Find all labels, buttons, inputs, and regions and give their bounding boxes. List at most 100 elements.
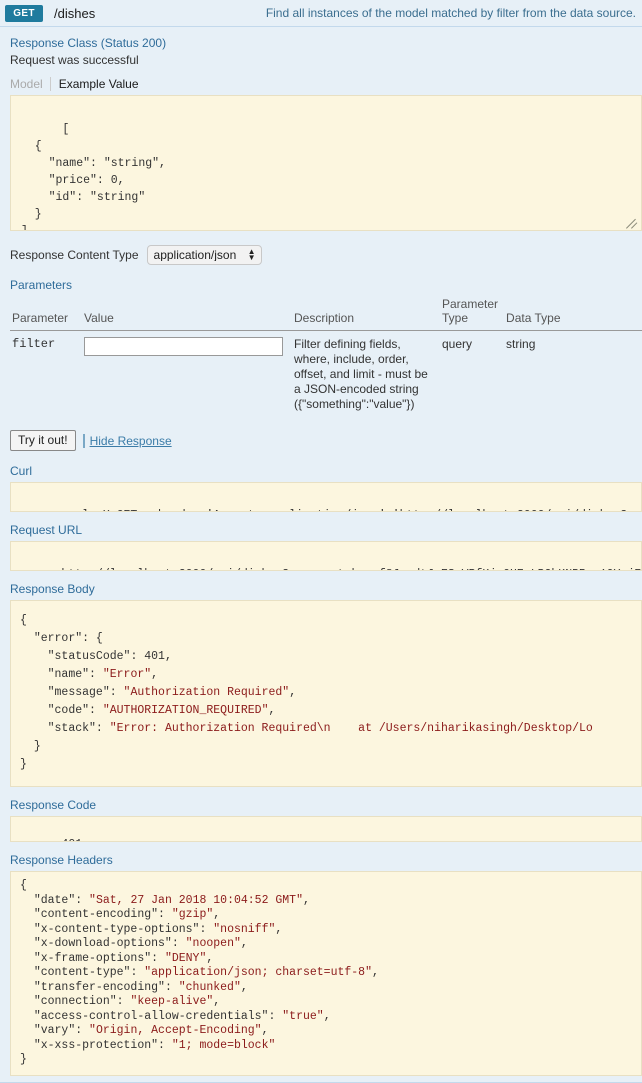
json-token-key: "x-frame-options" [34, 952, 151, 965]
tab-model[interactable]: Model [10, 77, 50, 91]
json-token-punc: : [89, 704, 103, 717]
parameter-description: Filter defining fields, where, include, … [292, 331, 440, 419]
json-token-punc: , [372, 966, 379, 979]
json-token-punc: : [130, 966, 144, 979]
json-line: "stack": "Error: Authorization Required\… [20, 720, 632, 738]
json-line: "x-frame-options": "DENY", [20, 952, 632, 967]
filter-input[interactable] [84, 337, 283, 356]
curl-command-box[interactable]: curl -X GET --header 'Accept: applicatio… [10, 482, 642, 512]
json-token-key: "statusCode" [48, 650, 131, 663]
json-token-key: "code" [48, 704, 89, 717]
try-it-out-button[interactable]: Try it out! [10, 430, 76, 451]
json-token-punc: , [324, 1010, 331, 1023]
json-token-key: "x-content-type-options" [34, 923, 200, 936]
json-token-punc: , [206, 952, 213, 965]
column-parameter-type: Parameter Type [440, 295, 504, 331]
json-token-punc: { [20, 614, 27, 627]
json-line: } [20, 738, 632, 756]
json-line: "vary": "Origin, Accept-Encoding", [20, 1024, 632, 1039]
json-line: "content-type": "application/json; chars… [20, 966, 632, 981]
json-token-punc: , [275, 923, 282, 936]
response-code-title: Response Code [6, 787, 636, 816]
json-token-str: "keep-alive" [130, 995, 213, 1008]
json-line: "message": "Authorization Required", [20, 684, 632, 702]
response-headers-title: Response Headers [6, 842, 636, 871]
json-line: { [20, 879, 632, 894]
json-token-num: 401 [144, 650, 165, 663]
response-body-box[interactable]: { "error": { "statusCode": 401, "name": … [10, 600, 642, 787]
parameter-type: query [440, 331, 504, 419]
json-token-punc: : [268, 1010, 282, 1023]
json-token-punc: : { [82, 632, 103, 645]
json-token-key: "content-type" [34, 966, 131, 979]
column-value: Value [82, 295, 292, 331]
json-line: "statusCode": 401, [20, 648, 632, 666]
json-token-punc: , [213, 908, 220, 921]
json-token-punc: , [268, 704, 275, 717]
json-token-punc: } [20, 1053, 27, 1066]
json-token-punc: } [20, 758, 27, 771]
parameter-name: filter [10, 331, 82, 419]
json-token-punc: : [199, 923, 213, 936]
json-line: "x-download-options": "noopen", [20, 937, 632, 952]
json-token-str: "Sat, 27 Jan 2018 10:04:52 GMT" [89, 894, 303, 907]
api-operation-get-dishes: GET /dishes Find all instances of the mo… [0, 0, 642, 1083]
operation-path: /dishes [54, 6, 95, 21]
response-headers-box[interactable]: { "date": "Sat, 27 Jan 2018 10:04:52 GMT… [10, 871, 642, 1076]
json-line: } [20, 1053, 632, 1068]
parameter-data-type: string [504, 331, 642, 419]
json-line: "name": "Error", [20, 666, 632, 684]
json-token-punc: , [213, 995, 220, 1008]
json-line: "transfer-encoding": "chunked", [20, 981, 632, 996]
response-code-value: 401 [61, 838, 82, 842]
json-token-str: "Error" [103, 668, 151, 681]
json-line: "error": { [20, 630, 632, 648]
json-token-str: "application/json; charset=utf-8" [144, 966, 372, 979]
json-token-key: "stack" [48, 722, 96, 735]
parameters-title: Parameters [6, 269, 636, 295]
response-class-description: Request was successful [6, 53, 636, 69]
json-token-punc: : [96, 722, 110, 735]
operation-summary: Find all instances of the model matched … [95, 6, 636, 20]
response-class-title: Response Class (Status 200) [6, 27, 636, 53]
column-data-type: Data Type [504, 295, 642, 331]
json-token-str: "nosniff" [213, 923, 275, 936]
response-content-type-select-wrap[interactable]: application/jsonapplication/xmltext/xmlt… [147, 245, 262, 265]
response-code-box: 401 [10, 816, 642, 842]
http-method-badge: GET [5, 5, 43, 22]
json-token-punc: : [165, 981, 179, 994]
parameters-header-row: Parameter Value Description Parameter Ty… [10, 295, 642, 331]
operation-body: Response Class (Status 200) Request was … [0, 27, 642, 1082]
json-line: "x-content-type-options": "nosniff", [20, 923, 632, 938]
tab-example-value[interactable]: Example Value [50, 77, 146, 91]
json-token-punc: : [158, 908, 172, 921]
json-token-punc: : [75, 1024, 89, 1037]
request-url-box[interactable]: http://localhost:3000/api/dishes?access_… [10, 541, 642, 571]
model-example-tabs: Model Example Value [6, 69, 636, 95]
json-token-str: "noopen" [186, 937, 241, 950]
response-content-type-label: Response Content Type [10, 248, 139, 262]
hide-response-link[interactable]: Hide Response [83, 434, 172, 448]
json-token-key: "connection" [34, 995, 117, 1008]
json-token-punc: : [130, 650, 144, 663]
json-token-punc: , [165, 650, 172, 663]
column-description: Description [292, 295, 440, 331]
parameters-table: Parameter Value Description Parameter Ty… [10, 295, 642, 418]
json-line: "x-xss-protection": "1; mode=block" [20, 1039, 632, 1054]
json-token-key: "x-xss-protection" [34, 1039, 158, 1052]
operation-heading[interactable]: GET /dishes Find all instances of the mo… [0, 0, 642, 27]
json-token-key: "message" [48, 686, 110, 699]
json-token-str: "gzip" [172, 908, 213, 921]
json-token-str: "1; mode=block" [172, 1039, 276, 1052]
json-token-key: "error" [34, 632, 82, 645]
json-token-punc: , [241, 981, 248, 994]
json-line: "code": "AUTHORIZATION_REQUIRED", [20, 702, 632, 720]
json-line: { [20, 612, 632, 630]
example-value-box[interactable]: [ { "name": "string", "price": 0, "id": … [10, 95, 642, 231]
resize-handle-icon[interactable] [625, 215, 639, 229]
parameter-value-cell [82, 331, 292, 419]
json-token-key: "transfer-encoding" [34, 981, 165, 994]
json-token-str: "DENY" [165, 952, 206, 965]
curl-command-text: curl -X GET --header 'Accept: applicatio… [61, 509, 642, 512]
response-content-type-select[interactable]: application/jsonapplication/xmltext/xmlt… [147, 245, 262, 265]
